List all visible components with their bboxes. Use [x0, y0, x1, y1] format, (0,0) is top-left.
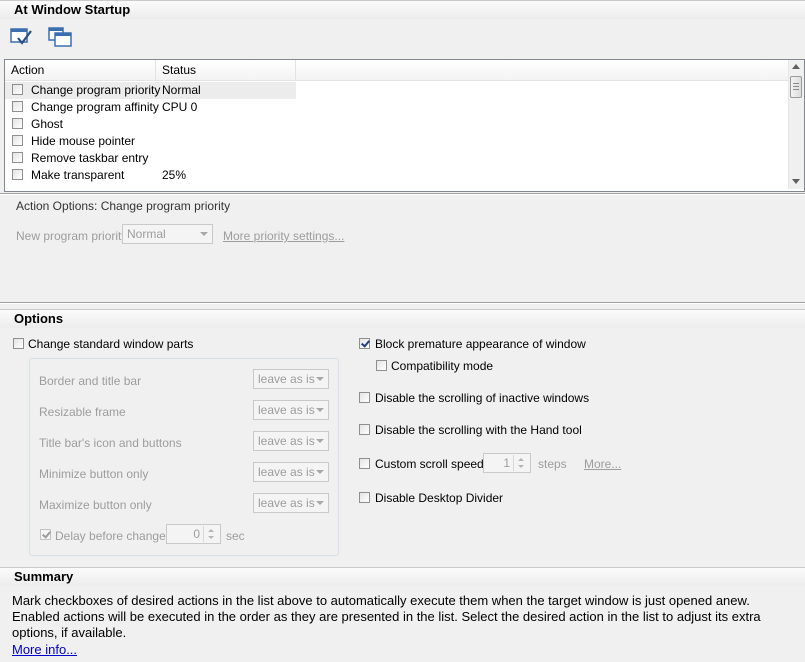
disable-hand-scroll-label: Disable the scrolling with the Hand tool [375, 423, 582, 437]
check-all-icon[interactable] [9, 25, 37, 51]
summary-header: Summary [0, 567, 805, 586]
scroll-up-icon[interactable] [792, 64, 800, 69]
part-label: Maximize button only [39, 498, 152, 512]
custom-scroll-label: Custom scroll speed [375, 457, 484, 471]
row-action: Make transparent [31, 168, 125, 182]
summary-text: Mark checkboxes of desired actions in th… [12, 593, 761, 640]
row-action: Change program affinity [31, 100, 159, 114]
list-item[interactable]: Remove taskbar entry [5, 150, 790, 167]
delay-label: Delay before change [55, 529, 166, 543]
part-label: Title bar's icon and buttons [39, 436, 182, 450]
column-action[interactable]: Action [5, 60, 156, 80]
chevron-down-icon [316, 470, 324, 474]
scroll-down-icon[interactable] [792, 179, 800, 184]
desktop-divider-checkbox[interactable] [359, 492, 370, 503]
row-checkbox[interactable] [12, 169, 23, 180]
custom-scroll-checkbox[interactable] [359, 458, 370, 469]
priority-select[interactable]: Normal [122, 224, 213, 244]
chevron-down-icon [316, 501, 324, 505]
delay-checkbox[interactable] [40, 529, 51, 540]
scroll-unit: steps [538, 457, 567, 471]
scroll-more-link[interactable]: More... [584, 457, 621, 471]
block-premature-label: Block premature appearance of window [375, 337, 586, 351]
disable-inactive-scroll-label: Disable the scrolling of inactive window… [375, 391, 590, 405]
chevron-down-icon [316, 439, 324, 443]
row-checkbox[interactable] [12, 135, 23, 146]
startup-action-list[interactable]: Action Status Change program priority No… [4, 59, 805, 192]
change-std-parts-checkbox[interactable] [13, 338, 24, 349]
arrow-down-icon[interactable] [208, 536, 214, 539]
startup-title: At Window Startup [14, 2, 131, 17]
part-select[interactable]: leave as is [253, 431, 329, 451]
row-status: CPU 0 [162, 100, 198, 114]
list-item[interactable]: Make transparent 25% [5, 167, 790, 184]
options-header: Options [0, 309, 805, 328]
row-action: Change program priority [31, 83, 161, 97]
change-std-parts-label: Change standard window parts [28, 337, 194, 351]
row-checkbox[interactable] [12, 118, 23, 129]
row-status: Normal [162, 83, 201, 97]
row-status: 25% [162, 168, 187, 182]
list-header: Action Status [5, 60, 790, 81]
row-action: Remove taskbar entry [31, 151, 149, 165]
options-title: Options [14, 311, 64, 326]
part-select[interactable]: leave as is [253, 493, 329, 513]
more-info-link[interactable]: More info... [12, 642, 77, 657]
delay-stepper[interactable]: 0 [166, 524, 221, 544]
compat-mode-label: Compatibility mode [391, 359, 494, 373]
list-item[interactable]: Change program priority Normal [5, 82, 790, 99]
chevron-down-icon [200, 232, 208, 236]
row-action: Ghost [31, 117, 64, 131]
chevron-down-icon [316, 408, 324, 412]
arrow-up-icon[interactable] [208, 529, 214, 532]
delay-unit: sec [226, 529, 245, 543]
disable-hand-scroll-checkbox[interactable] [359, 424, 370, 435]
list-item[interactable]: Hide mouse pointer [5, 133, 790, 150]
block-premature-checkbox[interactable] [359, 338, 370, 349]
row-checkbox[interactable] [12, 101, 23, 112]
part-select[interactable]: leave as is [253, 400, 329, 420]
row-checkbox[interactable] [12, 152, 23, 163]
scroll-speed-stepper[interactable]: 1 [483, 453, 531, 473]
row-action: Hide mouse pointer [31, 134, 136, 148]
part-label: Border and title bar [39, 374, 142, 388]
scroll-thumb[interactable] [790, 76, 802, 98]
summary-title: Summary [14, 569, 74, 584]
part-label: Resizable frame [39, 405, 126, 419]
arrow-down-icon[interactable] [518, 465, 524, 468]
disable-inactive-scroll-checkbox[interactable] [359, 392, 370, 403]
column-status[interactable]: Status [156, 60, 296, 80]
compat-mode-checkbox[interactable] [376, 360, 387, 371]
part-label: Minimize button only [39, 467, 149, 481]
part-select[interactable]: leave as is [253, 369, 329, 389]
list-item[interactable]: Ghost [5, 116, 790, 133]
startup-header: At Window Startup [0, 0, 805, 19]
row-checkbox[interactable] [12, 84, 23, 95]
windows-icon[interactable] [46, 25, 74, 51]
priority-label: New program priority [16, 229, 128, 243]
action-options-title: Action Options: Change program priority [16, 199, 231, 213]
desktop-divider-label: Disable Desktop Divider [375, 491, 504, 505]
more-priority-link[interactable]: More priority settings... [223, 229, 344, 243]
chevron-down-icon [316, 377, 324, 381]
arrow-up-icon[interactable] [518, 458, 524, 461]
list-item[interactable]: Change program affinity CPU 0 [5, 99, 790, 116]
list-scrollbar[interactable] [788, 60, 804, 189]
part-select[interactable]: leave as is [253, 462, 329, 482]
